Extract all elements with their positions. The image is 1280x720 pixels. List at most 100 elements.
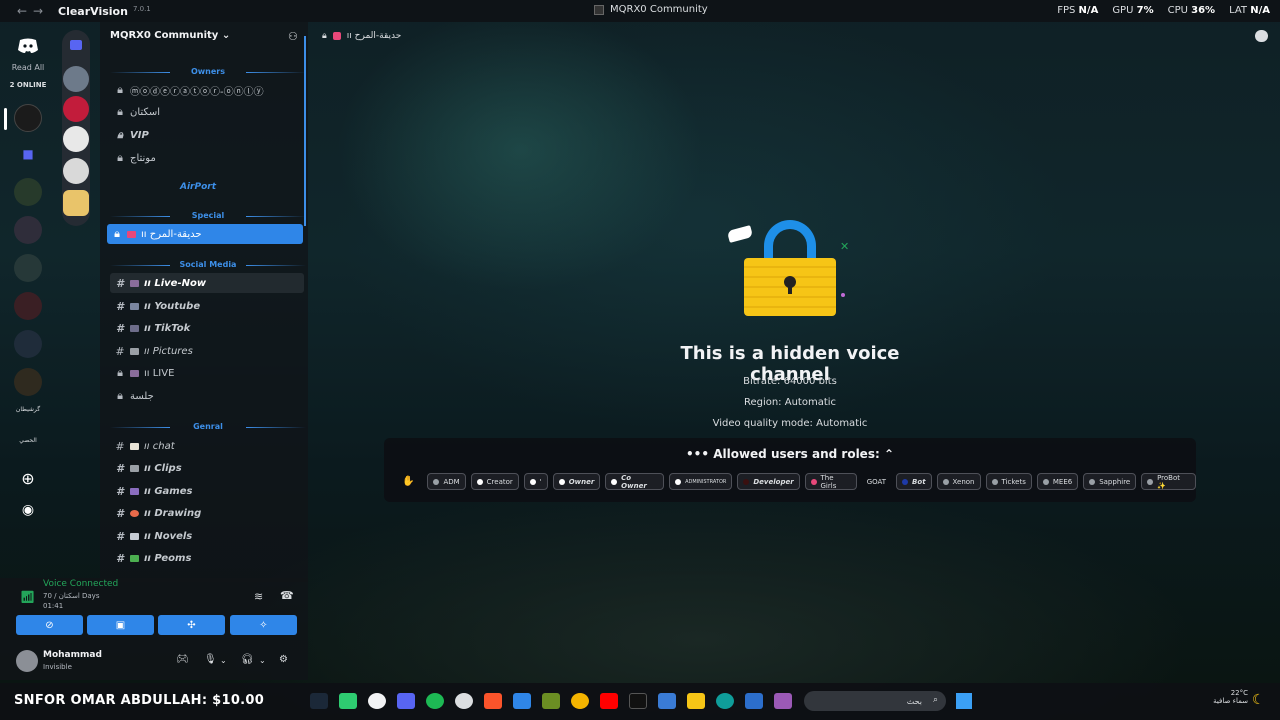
server-icon-group-4[interactable] [14, 292, 42, 320]
folder-server-3[interactable] [63, 126, 89, 152]
channel-drawing[interactable]: # ıı Drawing [110, 503, 304, 523]
category-social-media[interactable]: Social Media [110, 260, 306, 269]
server-icon-group-3[interactable] [14, 254, 42, 282]
app-blue-icon[interactable] [513, 693, 531, 709]
signal-icon[interactable]: 📶︎ [20, 590, 35, 604]
channel-novels[interactable]: # ıı Novels [110, 526, 304, 546]
role-mee6[interactable]: MEE6 [1036, 473, 1079, 490]
forward-arrow-icon[interactable]: → [30, 4, 46, 18]
discord-home-icon[interactable] [14, 32, 42, 60]
role-probot[interactable]: ProBot ✨ [1141, 473, 1196, 490]
store-icon[interactable] [658, 693, 676, 709]
folder-icon-small[interactable] [70, 40, 82, 50]
folder-server-4[interactable] [63, 158, 89, 184]
role-owner[interactable]: Owner [552, 473, 601, 490]
channel-tiktok[interactable]: # ıı TikTok [110, 318, 304, 338]
channel-live-now[interactable]: # ıı Live-Now [110, 273, 304, 293]
server-label-1[interactable]: گرشیطان [0, 406, 56, 413]
folder-server-1[interactable] [63, 66, 89, 92]
disconnect-icon[interactable]: ☎ [280, 589, 294, 602]
server-icon-group-1[interactable] [14, 178, 42, 206]
app-ring-icon[interactable] [368, 693, 386, 709]
allowed-roles-header[interactable]: ••• Allowed users and roles: ⌃ [384, 447, 1196, 461]
chrome-icon[interactable] [571, 693, 589, 709]
read-all-button[interactable]: Read All [0, 63, 56, 72]
steam-icon[interactable] [310, 693, 328, 709]
scrollbar[interactable] [304, 36, 306, 226]
channel-session[interactable]: 🔒︎ جلسة [110, 386, 304, 406]
microphone-icon[interactable]: 🎙︎ [204, 654, 217, 665]
camera-button[interactable]: ⊘ [16, 615, 83, 635]
role-developer[interactable]: Developer [737, 473, 800, 490]
back-arrow-icon[interactable]: ← [14, 4, 30, 18]
role-xenon[interactable]: Xenon [936, 473, 981, 490]
folder-icon[interactable]: ■ [14, 140, 42, 168]
server-label-2[interactable]: الحصي [0, 437, 56, 444]
members-icon[interactable]: ⚇ [288, 30, 298, 43]
role-tickets[interactable]: Tickets [985, 473, 1032, 490]
edge-icon[interactable] [716, 693, 734, 709]
role-adm[interactable]: ADM [427, 473, 466, 490]
screen-share-button[interactable]: ▣ [87, 615, 154, 635]
folder-server-2[interactable] [63, 96, 89, 122]
app-green-icon[interactable] [339, 693, 357, 709]
minecraft-icon[interactable] [542, 693, 560, 709]
role-the-girls[interactable]: The Girls [804, 473, 857, 490]
noise-suppression-icon[interactable]: ≋ [254, 590, 263, 603]
channel-pictures[interactable]: # ıı Pictures [110, 341, 304, 361]
windows-start-icon[interactable] [956, 693, 972, 709]
copilot-icon[interactable] [774, 693, 792, 709]
role-creator[interactable]: Creator [470, 473, 519, 490]
mail-icon[interactable] [745, 693, 763, 709]
category-general[interactable]: Genral [110, 422, 306, 431]
add-server-icon[interactable]: ⊕ [14, 464, 42, 492]
server-icon-mqrx0[interactable] [14, 104, 42, 132]
mic-chevron-icon[interactable]: ⌄ [220, 656, 227, 665]
server-name[interactable]: MQRX0 Community ⌄ [110, 30, 230, 41]
role-goat[interactable]: GOAT [862, 473, 891, 490]
server-icon-group-5[interactable] [14, 330, 42, 358]
tiktok-icon[interactable] [629, 693, 647, 709]
role-bot[interactable]: Bot [896, 473, 932, 490]
server-icon-group-6[interactable] [14, 368, 42, 396]
category-owners[interactable]: Owners [110, 67, 306, 76]
channel-games[interactable]: # ıı Games [110, 481, 304, 501]
folder-server-5[interactable] [63, 190, 89, 216]
weather-widget[interactable]: 22°C سماء صافية [1206, 689, 1248, 705]
channel-montage[interactable]: 🔒︎ مونتاج [110, 148, 304, 168]
username[interactable]: Mohammad [43, 650, 102, 660]
channel-youtube[interactable]: # ıı Youtube [110, 296, 304, 316]
spotify-icon[interactable] [426, 693, 444, 709]
channel-owners-2[interactable]: 🔒︎ اسكتان [110, 102, 304, 122]
channel-chat[interactable]: # ıı chat [110, 436, 304, 456]
soundboard-button[interactable]: ✧ [230, 615, 297, 635]
voice-channel[interactable]: 70 / اسكتان Days [43, 592, 99, 600]
role-quote[interactable]: ' [523, 473, 548, 490]
channel-clips[interactable]: # ıı Clips [110, 458, 304, 478]
headphones-chevron-icon[interactable]: ⌄ [259, 656, 266, 665]
channel-live[interactable]: 🔒︎ ıı LIVE [110, 363, 304, 383]
channel-moderator-only[interactable]: 🔒︎ ⓜⓞⓓⓔⓡⓐⓣⓞⓡ-ⓞⓝⓛⓨ [110, 80, 304, 100]
role-sapphire[interactable]: Sapphire [1083, 473, 1137, 490]
channel-fun-garden[interactable]: 🔒︎ ıı حديقة-المرح [107, 224, 303, 244]
chat-bubble-icon[interactable] [1255, 30, 1268, 42]
avatar[interactable] [16, 650, 38, 672]
brave-icon[interactable] [484, 693, 502, 709]
folder-icon[interactable] [687, 693, 705, 709]
channel-vip[interactable]: 🔒︎ VIP [110, 125, 304, 145]
headphones-icon[interactable]: 🎧︎ [241, 654, 254, 665]
channel-peoms[interactable]: # ıı Peoms [110, 548, 304, 568]
discord-icon[interactable] [397, 693, 415, 709]
gamepad-icon[interactable]: 🎮︎ [176, 654, 189, 665]
activities-button[interactable]: ✣ [158, 615, 225, 635]
category-special[interactable]: Special [110, 211, 306, 220]
voice-status[interactable]: Voice Connected [43, 579, 118, 589]
settings-gear-icon[interactable]: ⚙ [279, 654, 288, 665]
search-input[interactable]: بحث ⌕ [804, 691, 946, 711]
youtube-icon[interactable] [600, 693, 618, 709]
role-co-owner[interactable]: Co Owner [605, 473, 665, 490]
explore-servers-icon[interactable]: ◉ [14, 496, 42, 524]
server-icon-group-2[interactable] [14, 216, 42, 244]
role-administrator[interactable]: ADMINISTRATOR [669, 473, 733, 490]
settings-app-icon[interactable] [455, 693, 473, 709]
